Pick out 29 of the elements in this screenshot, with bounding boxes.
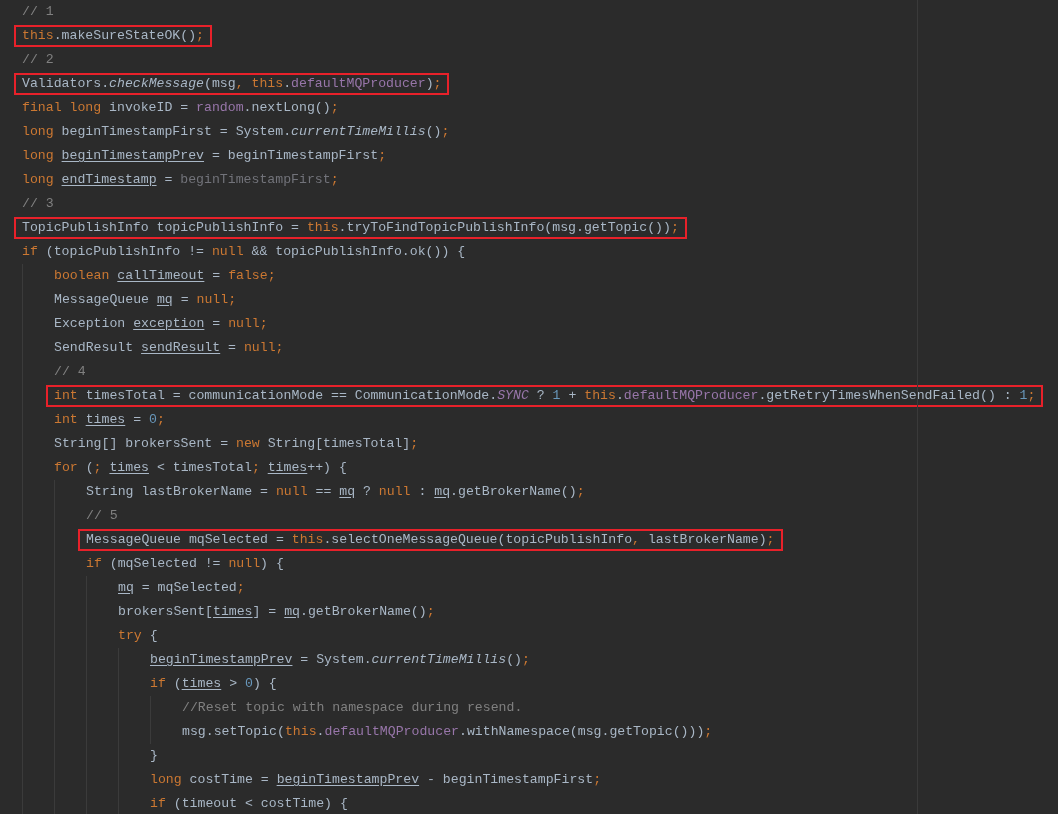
- code-line: long beginTimestampFirst = System.currentTimeMillis();: [21, 123, 451, 141]
- code-line: // 4: [53, 363, 87, 381]
- code-line: Exception exception = null;: [53, 315, 269, 333]
- code-line: if (topicPublishInfo != null && topicPublishInfo.ok()) {: [21, 243, 467, 261]
- code-line: long costTime = beginTimestampPrev - beginTimestampFirst;: [149, 771, 603, 789]
- code-line: try {: [117, 627, 159, 645]
- code-line: // 2: [21, 51, 55, 69]
- code-line: beginTimestampPrev = System.currentTimeMillis();: [149, 651, 531, 669]
- code-line: // 3: [21, 195, 55, 213]
- code-line: String[] brokersSent = new String[timesTotal];: [53, 435, 420, 453]
- code-line: mq = mqSelected;: [117, 579, 246, 597]
- code-line: msg.setTopic(this.defaultMQProducer.withNamespace(msg.getTopic()));: [181, 723, 714, 741]
- code-line: long endTimestamp = beginTimestampFirst;: [21, 171, 340, 189]
- code-line: int times = 0;: [53, 411, 166, 429]
- code-line: // 5: [85, 507, 119, 525]
- code-line: }: [149, 747, 159, 765]
- code-line: long beginTimestampPrev = beginTimestampFirst;: [21, 147, 388, 165]
- code-line: if (mqSelected != null) {: [85, 555, 285, 573]
- code-line: MessageQueue mq = null;: [53, 291, 238, 309]
- code-line: brokersSent[times] = mq.getBrokerName();: [117, 603, 436, 621]
- code-line: SendResult sendResult = null;: [53, 339, 285, 357]
- code-line: //Reset topic with namespace during resend.: [181, 699, 524, 717]
- code-line: String lastBrokerName = null == mq ? null : mq.getBrokerName();: [85, 483, 586, 501]
- code-line: // 1: [21, 3, 55, 21]
- code-line: final long invokeID = random.nextLong();: [21, 99, 340, 117]
- code-line: if (timeout < costTime) {: [149, 795, 349, 813]
- code-line: for (; times < timesTotal; times++) {: [53, 459, 348, 477]
- code-line: boolean callTimeout = false;: [53, 267, 277, 285]
- code-line: if (times > 0) {: [149, 675, 278, 693]
